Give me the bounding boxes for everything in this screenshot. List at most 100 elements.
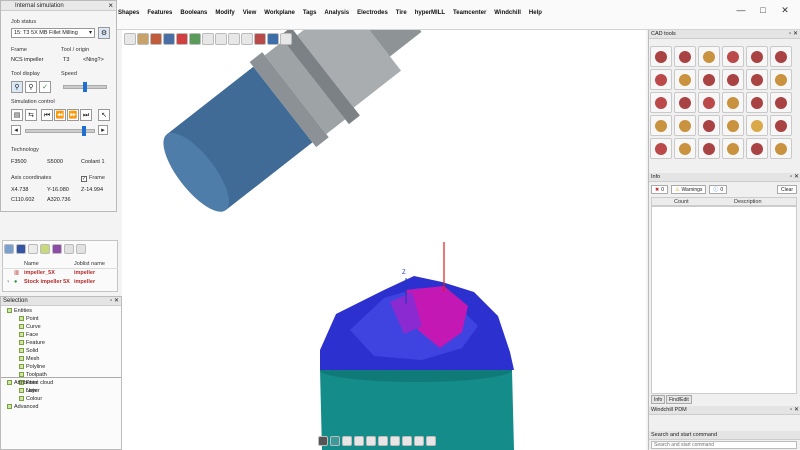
info-col-description[interactable]: Description	[734, 199, 762, 205]
tree-solid[interactable]: Solid	[19, 348, 38, 354]
hidden-line-icon[interactable]	[202, 33, 214, 45]
pointer-icon[interactable]	[124, 33, 136, 45]
pen-icon[interactable]	[402, 436, 412, 446]
menu-tire[interactable]: Tire	[396, 10, 407, 16]
cad-tool-revolve-icon[interactable]	[722, 115, 744, 136]
job-status-select[interactable]: 15: T3 5X MB Fillet Milling ▾	[11, 28, 95, 38]
warnings-filter-button[interactable]: ⚠ Warnings	[670, 185, 707, 194]
rotate-icon[interactable]	[215, 33, 227, 45]
dimension-icon[interactable]	[366, 436, 376, 446]
tree-entities[interactable]: Entities	[7, 308, 32, 314]
snap-icon[interactable]	[330, 436, 340, 446]
tree-point[interactable]: Point	[19, 316, 39, 322]
maximize-button[interactable]: □	[752, 3, 774, 17]
cad-tool-chamfer-icon[interactable]	[674, 115, 696, 136]
screenshot-icon[interactable]	[426, 436, 436, 446]
menu-features[interactable]: Features	[147, 10, 172, 16]
menu-windchill[interactable]: Windchill	[494, 10, 521, 16]
cad-tool-arc-icon[interactable]	[698, 46, 720, 67]
sim-step-forward-button[interactable]: ▸	[98, 125, 108, 135]
cad-tool-spline-icon[interactable]	[650, 69, 672, 90]
solid-icon[interactable]	[163, 33, 175, 45]
panel-pin-close-icons[interactable]: ▫ ✕	[790, 173, 799, 182]
minimize-button[interactable]: —	[730, 3, 752, 17]
cad-tool-corner-icon[interactable]	[746, 46, 768, 67]
sim-cursor-button[interactable]: ↖	[98, 109, 110, 121]
cad-tool-shell-icon[interactable]	[770, 115, 792, 136]
grid-icon[interactable]	[342, 436, 352, 446]
search-command-input[interactable]	[651, 441, 797, 449]
tool-display-holder-button[interactable]: ⚲	[11, 81, 23, 93]
ruler-icon[interactable]	[390, 436, 400, 446]
menu-view[interactable]: View	[243, 10, 257, 16]
cad-tool-sweep-icon[interactable]	[674, 92, 696, 113]
menu-analysis[interactable]: Analysis	[324, 10, 349, 16]
zoom-icon[interactable]	[280, 33, 292, 45]
sim-sync-button[interactable]: ⇆	[25, 109, 37, 121]
menu-teamcenter[interactable]: Teamcenter	[453, 10, 486, 16]
measure-icon[interactable]	[354, 436, 364, 446]
sim-step-mode-button[interactable]: ▤	[11, 109, 23, 121]
joblist-row[interactable]: ♀ ● Stock impeller 5X impeller	[2, 279, 118, 287]
joblist-row[interactable]: ▥ impeller_5X impeller	[2, 270, 118, 278]
joblist-calc-icon[interactable]	[52, 244, 62, 254]
joblist-filter-icon[interactable]	[28, 244, 38, 254]
errors-filter-button[interactable]: ✖ 0	[651, 185, 668, 194]
tool-display-cutter-button[interactable]: ⚲	[25, 81, 37, 93]
menu-modify[interactable]: Modify	[215, 10, 234, 16]
cad-tool-blend-icon[interactable]	[722, 69, 744, 90]
job-settings-button[interactable]: ⚙	[98, 27, 110, 39]
tree-attributes[interactable]: Attributes	[7, 380, 37, 386]
joblist-new-icon[interactable]	[4, 244, 14, 254]
cad-tool-line-icon[interactable]	[650, 46, 672, 67]
close-button[interactable]: ✕	[774, 3, 796, 17]
cad-tool-cone-icon[interactable]	[698, 138, 720, 159]
3d-viewport[interactable]: Z	[122, 30, 646, 450]
cad-tool-torus-icon[interactable]	[722, 138, 744, 159]
info-col-count[interactable]: Count	[674, 199, 689, 205]
cad-tool-bridge-icon[interactable]	[746, 69, 768, 90]
tree-feature[interactable]: Feature	[19, 340, 45, 346]
menu-hypermill[interactable]: hyperMILL	[415, 10, 445, 16]
tool-display-path-button[interactable]: ✓	[39, 81, 51, 93]
clear-button[interactable]: Clear	[777, 185, 797, 194]
cad-tool-patch-icon[interactable]	[746, 92, 768, 113]
surface-icon[interactable]	[176, 33, 188, 45]
messages-filter-button[interactable]: ⓘ 0	[709, 185, 728, 194]
undo-icon[interactable]	[228, 33, 240, 45]
close-icon[interactable]: ×	[108, 1, 113, 11]
panel-pin-close-icons[interactable]: ▫ ✕	[110, 297, 119, 306]
cad-tool-surface-icon[interactable]	[722, 92, 744, 113]
panel-pin-close-icons[interactable]: ▫ ✕	[789, 30, 798, 39]
sim-step-back-button[interactable]: ◂	[11, 125, 21, 135]
joblist-view-icon[interactable]	[64, 244, 74, 254]
cad-tool-loft-icon[interactable]	[698, 92, 720, 113]
menu-workplane[interactable]: Workplane	[264, 10, 295, 16]
cad-tool-sphere-icon[interactable]	[746, 115, 768, 136]
box-icon[interactable]	[137, 33, 149, 45]
sim-rewind-button[interactable]: ⏪	[54, 109, 66, 121]
tab-info[interactable]: Info	[651, 395, 666, 404]
sim-progress-knob[interactable]	[81, 126, 86, 136]
frame-checkbox[interactable]: ✓	[81, 176, 87, 182]
cad-tool-extrude-icon[interactable]	[698, 115, 720, 136]
cad-tool-circle-icon[interactable]	[650, 92, 672, 113]
info-message-list[interactable]	[651, 206, 797, 394]
cad-tool-box-icon[interactable]	[650, 138, 672, 159]
wireframe-icon[interactable]	[189, 33, 201, 45]
menu-electrodes[interactable]: Electrodes	[357, 10, 388, 16]
joblist-grid-icon[interactable]	[76, 244, 86, 254]
tree-mesh[interactable]: Mesh	[19, 356, 39, 362]
menu-help[interactable]: Help	[529, 10, 542, 16]
shade-icon[interactable]	[150, 33, 162, 45]
menu-booleans[interactable]: Booleans	[180, 10, 207, 16]
tree-advanced[interactable]: Advanced	[7, 404, 38, 410]
tree-layer[interactable]: Layer	[19, 388, 40, 394]
cad-tool-pipe-icon[interactable]	[770, 138, 792, 159]
section-icon[interactable]	[254, 33, 266, 45]
redo-icon[interactable]	[241, 33, 253, 45]
joblist-tools-icon[interactable]	[40, 244, 50, 254]
xyz-icon[interactable]	[378, 436, 388, 446]
cad-tool-text-icon[interactable]	[674, 46, 696, 67]
tab-find-edit[interactable]: Find/Edit	[666, 395, 692, 404]
